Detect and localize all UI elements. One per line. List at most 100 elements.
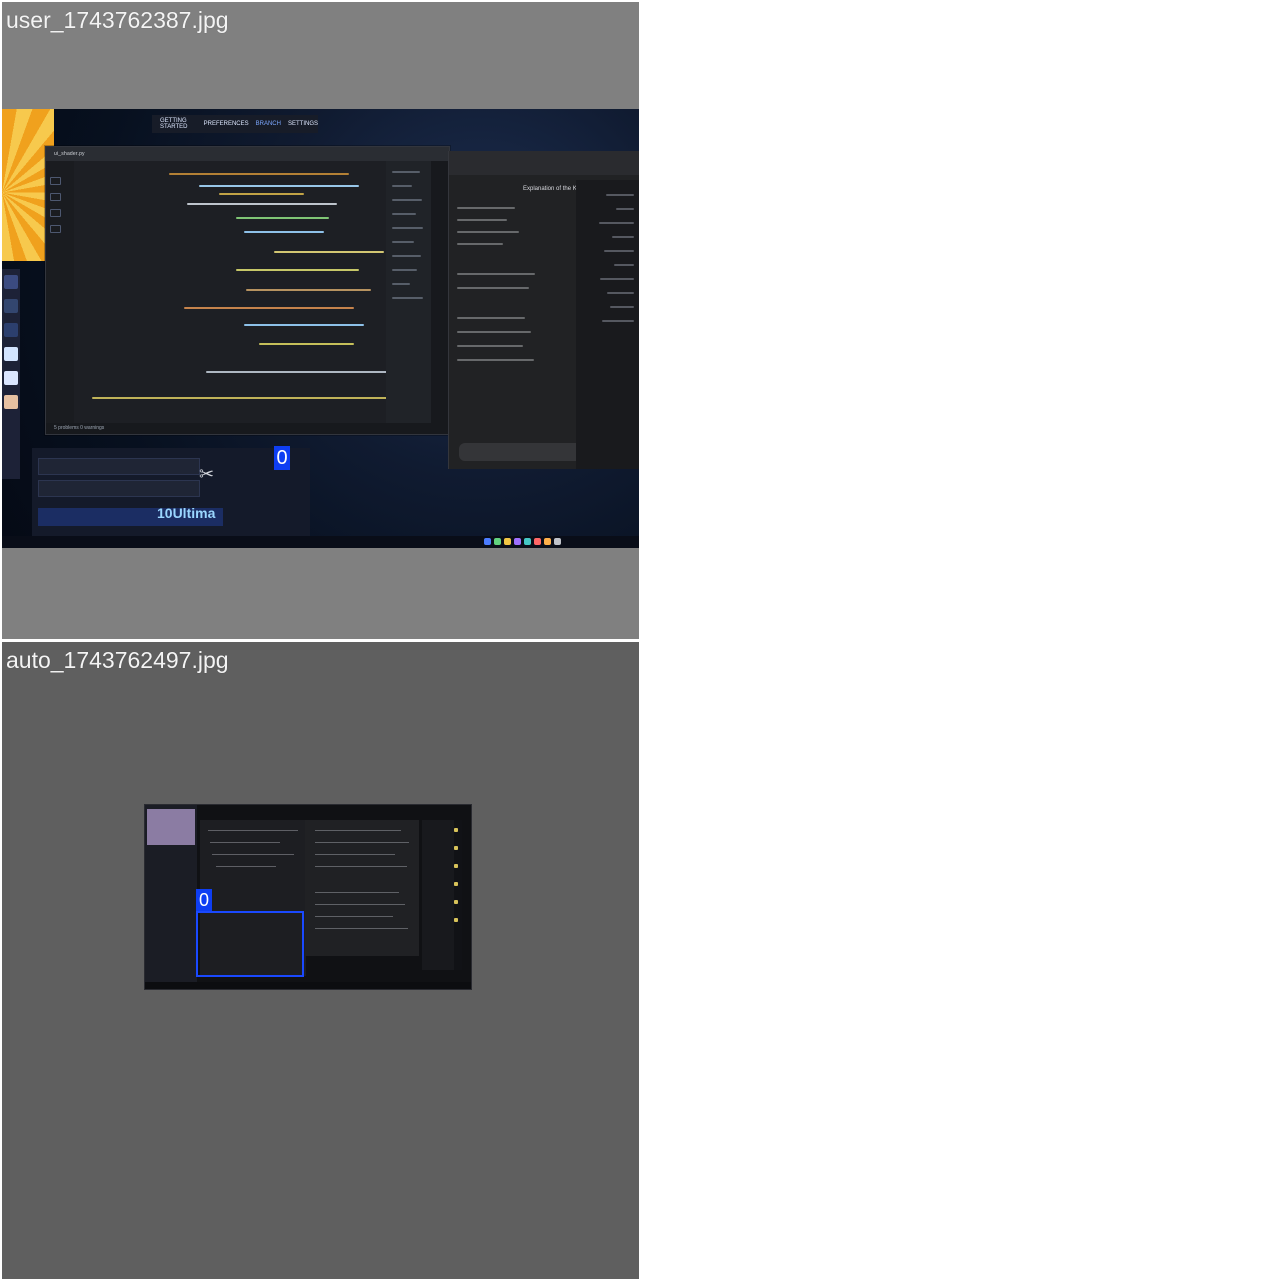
chat-text-line [457, 231, 519, 233]
mini-main-document [305, 820, 419, 956]
taskbar [2, 536, 639, 548]
tree-line [600, 278, 634, 280]
mini-line [210, 842, 280, 843]
code-line [236, 217, 329, 219]
mini-icon[interactable] [454, 846, 458, 850]
taskbar-icon-blue[interactable] [484, 538, 491, 545]
debug-icon[interactable] [50, 225, 61, 233]
code-line [187, 203, 337, 205]
mini-line [315, 854, 395, 855]
chat-text-line [457, 331, 531, 333]
mini-taskbar [145, 982, 471, 989]
top-filename-caption: user_1743762387.jpg [6, 7, 229, 33]
mini-selection-box [196, 911, 304, 977]
outline-line [392, 241, 414, 243]
chat-text-line [457, 359, 534, 361]
dock-icon-5[interactable] [4, 371, 18, 385]
tree-line [616, 208, 634, 210]
mini-wallpaper-art [147, 809, 195, 845]
code-line [244, 324, 364, 326]
outline-line [392, 255, 421, 257]
mini-line [216, 866, 276, 867]
top-desktop-screenshot: GETTING STARTED PREFERENCES BRANCH SETTI… [2, 109, 639, 548]
top-screenshot-panel: user_1743762387.jpg GETTING STARTED PREF… [2, 2, 639, 639]
explorer-icon[interactable] [50, 177, 61, 185]
browser-tab-getting-started[interactable]: GETTING STARTED [160, 118, 197, 130]
mini-line [315, 928, 408, 929]
outline-line [392, 199, 422, 201]
chat-text-line [457, 345, 523, 347]
mini-scrollbar[interactable] [454, 820, 462, 970]
code-line [236, 269, 359, 271]
mini-line [315, 866, 407, 867]
code-line [92, 397, 387, 399]
code-line [259, 343, 354, 345]
taskbar-icon-gray[interactable] [554, 538, 561, 545]
dock-icon-3[interactable] [4, 323, 18, 337]
chat-side-tree [576, 180, 639, 469]
browser-tab-preferences[interactable]: PREFERENCES [204, 121, 249, 127]
outline-line [392, 213, 416, 215]
chat-text-line [457, 317, 525, 319]
code-editor-window[interactable]: ui_shader.py 5 problems 0 warnings [45, 146, 450, 435]
dock-icon-6[interactable] [4, 395, 18, 409]
dock-icon-1[interactable] [4, 275, 18, 289]
info-row [38, 480, 200, 497]
taskbar-icon-purple[interactable] [514, 538, 521, 545]
editor-status-bar: 5 problems 0 warnings [46, 423, 449, 434]
outline-line [392, 227, 423, 229]
mini-line [315, 904, 405, 905]
dock-icon-4[interactable] [4, 347, 18, 361]
code-line [206, 371, 391, 373]
taskbar-icon-orange[interactable] [544, 538, 551, 545]
taskbar-icon-green[interactable] [494, 538, 501, 545]
chat-toolbar [449, 151, 639, 175]
browser-tab-branch[interactable]: BRANCH [256, 121, 281, 127]
taskbar-icon-red[interactable] [534, 538, 541, 545]
info-row [38, 458, 200, 475]
outline-line [392, 171, 420, 173]
taskbar-icon-teal[interactable] [524, 538, 531, 545]
chat-text-line [457, 219, 507, 221]
tree-line [612, 236, 634, 238]
mini-icon[interactable] [454, 882, 458, 886]
editor-code-area[interactable] [74, 161, 404, 423]
bottom-screenshot-panel: auto_1743762497.jpg 0 [2, 642, 639, 1279]
browser-tab-settings[interactable]: SETTINGS [288, 121, 318, 127]
browser-tab-bar: GETTING STARTED PREFERENCES BRANCH SETTI… [152, 115, 318, 133]
mini-icon[interactable] [454, 900, 458, 904]
tree-line [604, 250, 634, 252]
outline-line [392, 269, 417, 271]
tools-icon[interactable]: ✂ [199, 464, 214, 485]
chat-text-line [457, 243, 503, 245]
outline-line [392, 283, 410, 285]
mini-line [315, 842, 409, 843]
code-line [274, 251, 384, 253]
mini-icon[interactable] [454, 918, 458, 922]
tree-line [606, 194, 634, 196]
tree-line [607, 292, 634, 294]
code-line [184, 307, 354, 309]
mini-icon[interactable] [454, 828, 458, 832]
mini-line [208, 830, 298, 831]
search-icon[interactable] [50, 193, 61, 201]
lower-left-app: 10Ultima ✂ [32, 448, 310, 544]
selection-index-label: 0 [274, 446, 290, 470]
chat-window[interactable]: Explanation of the Key Cod [448, 151, 639, 469]
mini-left-sidebar [145, 805, 197, 989]
mini-right-panel [422, 820, 462, 970]
left-app-dock [2, 269, 20, 479]
mini-icon[interactable] [454, 864, 458, 868]
git-icon[interactable] [50, 209, 61, 217]
bottom-desktop-screenshot: 0 [144, 804, 472, 990]
taskbar-icon-yellow[interactable] [504, 538, 511, 545]
editor-action-bar [431, 161, 449, 423]
mini-line [315, 916, 393, 917]
code-line [246, 289, 371, 291]
outline-line [392, 185, 412, 187]
promo-text: 10Ultima [157, 505, 216, 521]
chat-text-line [457, 273, 535, 275]
chat-text-line [457, 207, 515, 209]
editor-title: ui_shader.py [46, 147, 449, 161]
dock-icon-2[interactable] [4, 299, 18, 313]
